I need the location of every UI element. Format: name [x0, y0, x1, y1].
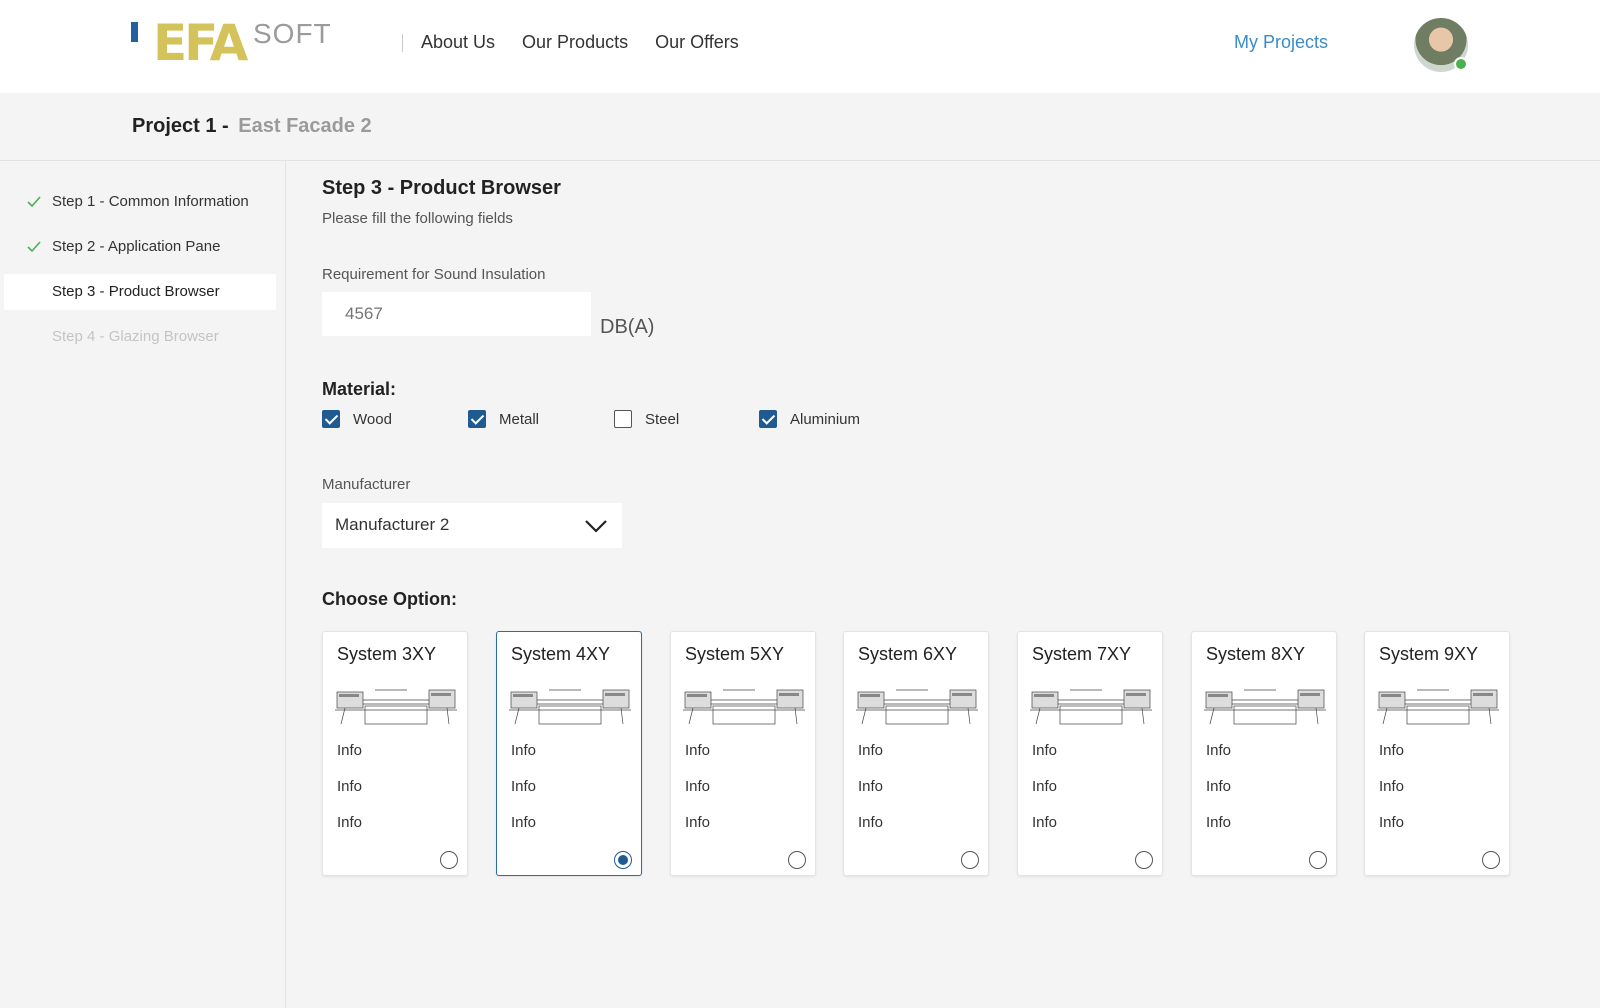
sidebar-step-3[interactable]: Step 3 - Product Browser — [4, 274, 276, 310]
card-info: Info — [511, 814, 537, 831]
system-card-4xy[interactable]: System 4XY Info Info Info — [496, 631, 642, 876]
card-title: System 9XY — [1379, 644, 1479, 664]
system-card-6xy[interactable]: System 6XY Info Info Info — [843, 631, 989, 876]
nav-divider — [402, 34, 403, 52]
card-title: System 5XY — [685, 644, 785, 664]
main-nav: About Us Our Products Our Offers — [421, 32, 739, 53]
card-info: Info — [685, 742, 711, 759]
logo-bar-icon — [131, 22, 138, 42]
page-title: Step 3 - Product Browser — [322, 177, 561, 199]
card-info: Info — [1032, 814, 1058, 831]
profile-drawing-icon — [856, 689, 978, 725]
material-aluminium-checkbox[interactable]: Aluminium — [759, 410, 860, 428]
manufacturer-label: Manufacturer — [322, 476, 411, 493]
step-label: Step 1 - Common Information — [52, 193, 249, 210]
sidebar-step-4: Step 4 - Glazing Browser — [4, 319, 276, 355]
card-info: Info — [1379, 742, 1405, 759]
card-info: Info — [1032, 742, 1058, 759]
system-card-8xy[interactable]: System 8XY Info Info Info — [1191, 631, 1337, 876]
online-status-icon — [1454, 57, 1468, 71]
profile-drawing-icon — [1030, 689, 1152, 725]
card-info: Info — [1206, 778, 1232, 795]
system-card-7xy[interactable]: System 7XY Info Info Info — [1017, 631, 1163, 876]
profile-drawing-icon — [509, 689, 631, 725]
radio-unselected-icon[interactable] — [1482, 851, 1500, 869]
profile-drawing-icon — [1377, 689, 1499, 725]
my-projects-link[interactable]: My Projects — [1234, 32, 1328, 53]
profile-drawing-icon — [335, 689, 457, 725]
chevron-down-icon[interactable] — [584, 516, 608, 536]
project-name: Project 1 - — [132, 115, 229, 137]
step-label: Step 4 - Glazing Browser — [52, 328, 219, 345]
card-info: Info — [1379, 778, 1405, 795]
card-info: Info — [1032, 778, 1058, 795]
radio-unselected-icon[interactable] — [440, 851, 458, 869]
manufacturer-select[interactable]: Manufacturer 2 — [322, 503, 622, 548]
checkbox-label: Wood — [353, 410, 392, 428]
material-heading: Material: — [322, 379, 397, 399]
page-subtitle: Please fill the following fields — [322, 210, 513, 227]
card-info: Info — [685, 778, 711, 795]
project-bar: Project 1 - East Facade 2 — [0, 93, 1600, 161]
card-info: Info — [858, 778, 884, 795]
nav-our-products[interactable]: Our Products — [522, 32, 628, 53]
card-info: Info — [337, 742, 363, 759]
card-info: Info — [858, 742, 884, 759]
checkbox-label: Metall — [499, 410, 540, 428]
checkbox-checked-icon[interactable] — [759, 410, 777, 428]
steps-sidebar: Step 1 - Common Information Step 2 - App… — [0, 161, 286, 1008]
card-info: Info — [337, 814, 363, 831]
checkbox-checked-icon[interactable] — [468, 410, 486, 428]
card-info: Info — [511, 778, 537, 795]
card-title: System 8XY — [1206, 644, 1306, 664]
check-icon — [27, 241, 41, 253]
radio-unselected-icon[interactable] — [788, 851, 806, 869]
choose-option-heading: Choose Option: — [322, 589, 457, 609]
nav-our-offers[interactable]: Our Offers — [655, 32, 739, 53]
radio-unselected-icon[interactable] — [1309, 851, 1327, 869]
card-title: System 6XY — [858, 644, 958, 664]
radio-unselected-icon[interactable] — [1135, 851, 1153, 869]
material-steel-checkbox[interactable]: Steel — [614, 410, 679, 428]
profile-drawing-icon — [1204, 689, 1326, 725]
logo-sub-text: SOFT — [253, 18, 332, 49]
sidebar-step-1[interactable]: Step 1 - Common Information — [4, 184, 276, 220]
manufacturer-selected-value: Manufacturer 2 — [335, 515, 450, 534]
sound-insulation-input[interactable] — [322, 292, 591, 336]
sound-unit-label: DB(A) — [600, 316, 655, 338]
radio-selected-icon[interactable] — [614, 851, 632, 869]
system-card-9xy[interactable]: System 9XY Info Info Info — [1364, 631, 1510, 876]
top-bar: EFA SOFT About Us Our Products Our Offer… — [0, 0, 1600, 93]
system-card-3xy[interactable]: System 3XY Info Info Info — [322, 631, 468, 876]
sound-insulation-label: Requirement for Sound Insulation — [322, 266, 546, 283]
checkbox-label: Steel — [645, 410, 680, 428]
system-card-5xy[interactable]: System 5XY Info Info Info — [670, 631, 816, 876]
card-info: Info — [1379, 814, 1405, 831]
card-info: Info — [858, 814, 884, 831]
checkbox-checked-icon[interactable] — [322, 410, 340, 428]
project-subtitle: East Facade 2 — [238, 115, 372, 137]
card-info: Info — [685, 814, 711, 831]
card-info: Info — [337, 778, 363, 795]
nav-about-us[interactable]: About Us — [421, 32, 495, 53]
radio-unselected-icon[interactable] — [961, 851, 979, 869]
card-title: System 3XY — [337, 644, 437, 664]
step-label: Step 2 - Application Pane — [52, 238, 221, 255]
checkbox-unchecked-icon[interactable] — [614, 410, 632, 428]
material-metall-checkbox[interactable]: Metall — [468, 410, 539, 428]
card-info: Info — [511, 742, 537, 759]
card-info: Info — [1206, 814, 1232, 831]
sidebar-step-2[interactable]: Step 2 - Application Pane — [4, 229, 276, 265]
material-wood-checkbox[interactable]: Wood — [322, 410, 392, 428]
card-title: System 7XY — [1032, 644, 1132, 664]
profile-drawing-icon — [683, 689, 805, 725]
check-icon — [27, 196, 41, 208]
checkbox-label: Aluminium — [790, 410, 861, 428]
project-title: Project 1 - East Facade 2 — [132, 115, 372, 138]
card-title: System 4XY — [511, 644, 611, 664]
step-label: Step 3 - Product Browser — [52, 283, 220, 300]
logo-main-text: EFA — [153, 14, 248, 72]
card-info: Info — [1206, 742, 1232, 759]
